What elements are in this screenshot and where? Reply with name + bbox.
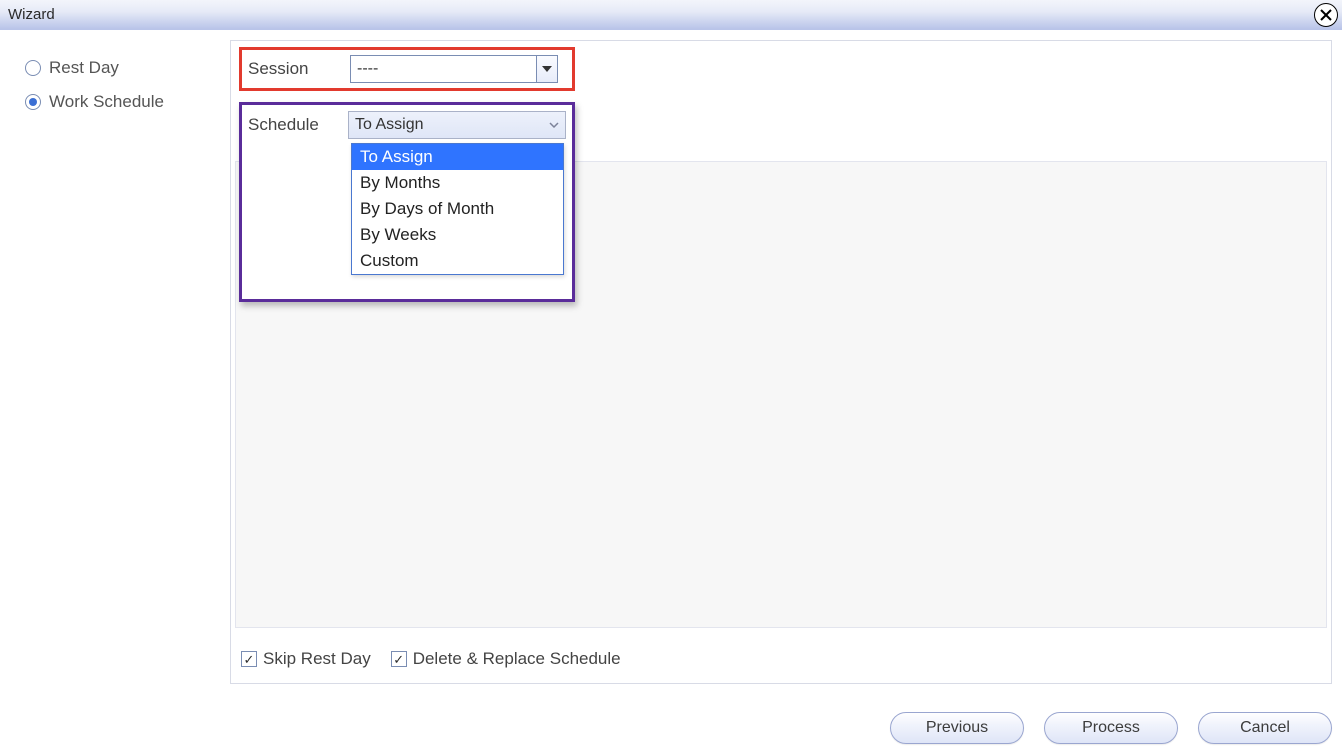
dropdown-arrow-icon	[536, 56, 557, 82]
checkbox-label: Skip Rest Day	[263, 649, 371, 669]
previous-button[interactable]: Previous	[890, 712, 1024, 744]
radio-work-schedule[interactable]: Work Schedule	[25, 92, 205, 112]
session-row-highlight: Session ----	[239, 47, 575, 91]
chevron-down-icon	[543, 119, 565, 131]
close-icon	[1320, 9, 1332, 21]
checkbox-icon	[241, 651, 257, 667]
window-title: Wizard	[8, 6, 55, 23]
schedule-value: To Assign	[349, 116, 543, 134]
checkbox-row: Skip Rest Day Delete & Replace Schedule	[241, 649, 621, 669]
checkbox-skip-rest-day[interactable]: Skip Rest Day	[241, 649, 371, 669]
radio-rest-day[interactable]: Rest Day	[25, 58, 205, 78]
schedule-option[interactable]: To Assign	[352, 144, 563, 170]
schedule-panel-highlight: Schedule To Assign To Assign By Months B…	[239, 102, 575, 302]
schedule-option[interactable]: By Days of Month	[352, 196, 563, 222]
radio-icon	[25, 60, 41, 76]
radio-icon	[25, 94, 41, 110]
session-value: ----	[351, 60, 536, 78]
schedule-option[interactable]: By Weeks	[352, 222, 563, 248]
close-button[interactable]	[1314, 3, 1338, 27]
radio-label: Work Schedule	[49, 92, 164, 112]
checkbox-delete-replace[interactable]: Delete & Replace Schedule	[391, 649, 621, 669]
schedule-dropdown-list: To Assign By Months By Days of Month By …	[351, 143, 564, 275]
schedule-option[interactable]: Custom	[352, 248, 563, 274]
checkbox-icon	[391, 651, 407, 667]
schedule-combobox[interactable]: To Assign	[348, 111, 566, 139]
footer-buttons: Previous Process Cancel	[890, 712, 1332, 744]
cancel-button[interactable]: Cancel	[1198, 712, 1332, 744]
schedule-option[interactable]: By Months	[352, 170, 563, 196]
content-panel: Session ---- Schedule To Assign	[230, 40, 1332, 684]
radio-group: Rest Day Work Schedule	[25, 58, 205, 126]
checkbox-label: Delete & Replace Schedule	[413, 649, 621, 669]
session-label: Session	[248, 59, 338, 79]
session-combobox[interactable]: ----	[350, 55, 558, 83]
process-button[interactable]: Process	[1044, 712, 1178, 744]
schedule-label: Schedule	[248, 115, 338, 135]
radio-label: Rest Day	[49, 58, 119, 78]
work-area: Rest Day Work Schedule Session ---- Sche…	[10, 40, 1332, 744]
title-bar: Wizard	[0, 0, 1342, 30]
schedule-row: Schedule To Assign	[242, 105, 572, 139]
